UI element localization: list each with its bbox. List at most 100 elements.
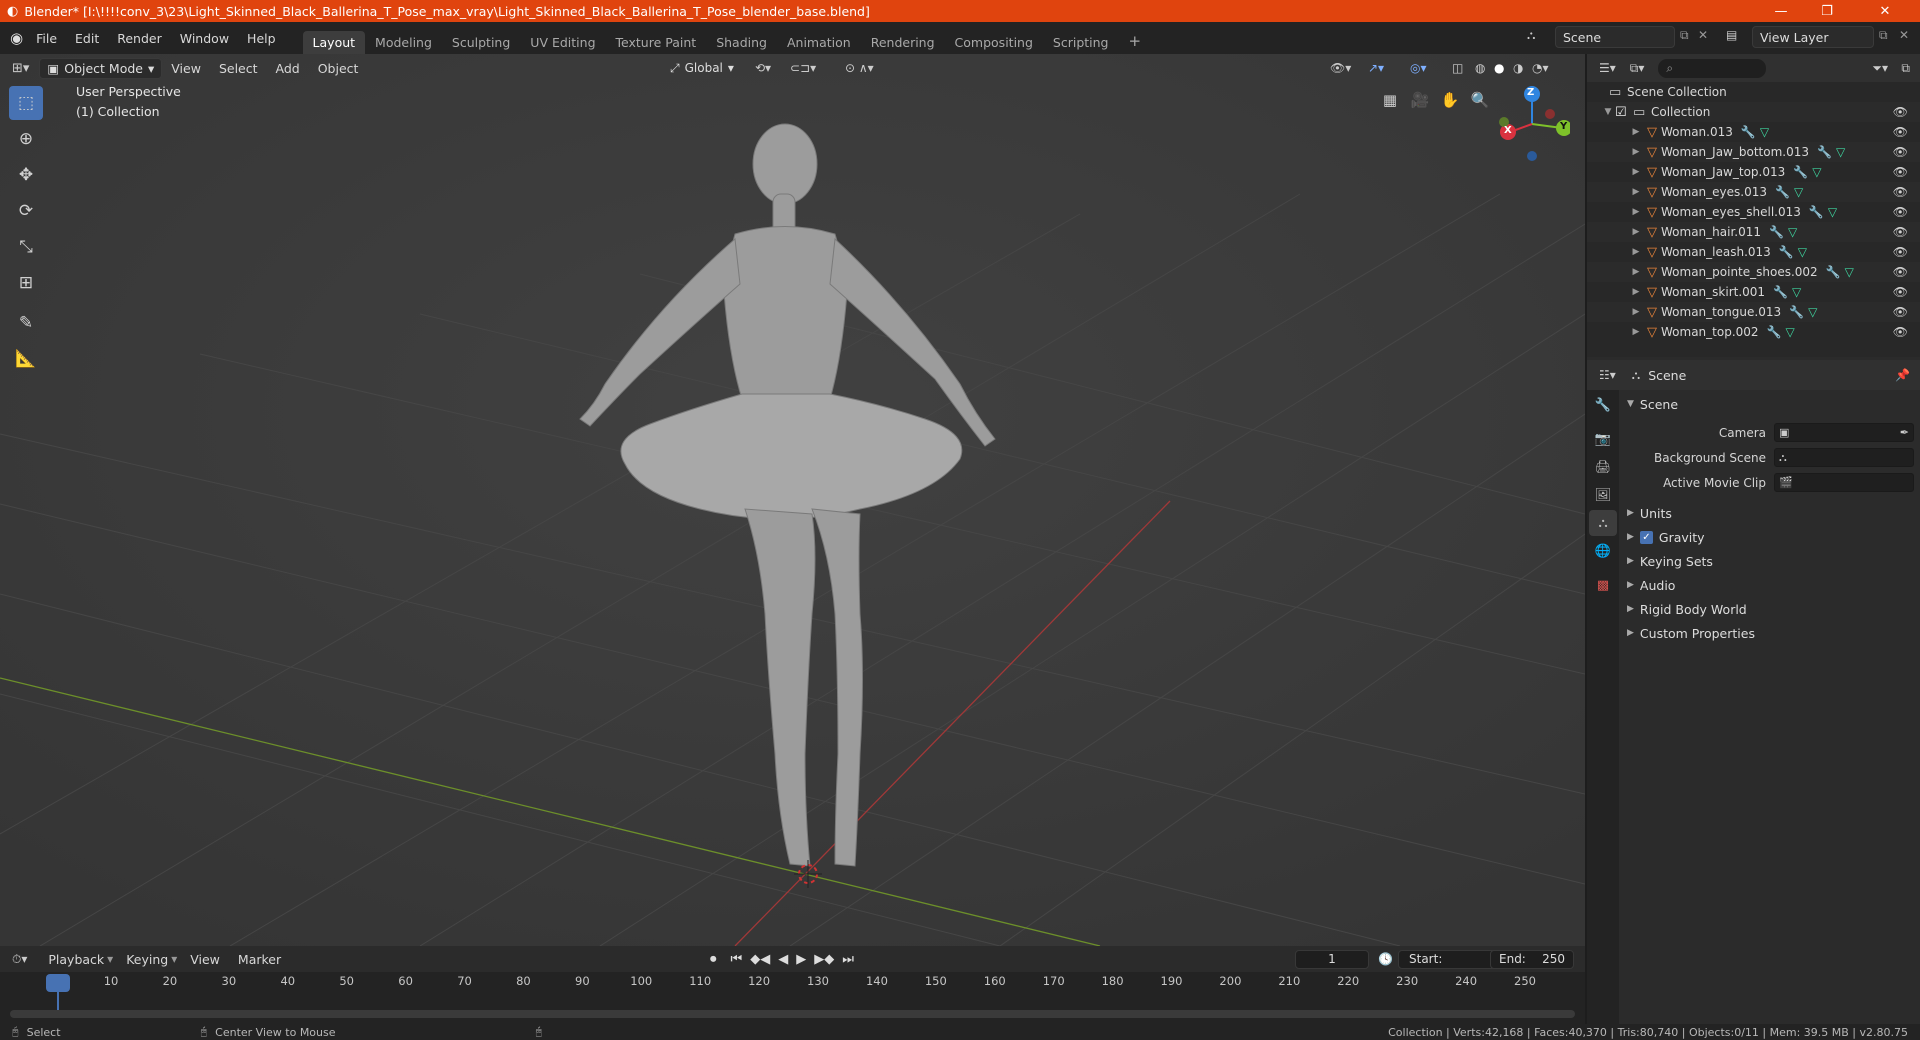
annotate-tool-icon[interactable]: ✎	[9, 306, 43, 340]
overlay-toggle-icon[interactable]: ◎▾	[1410, 61, 1427, 75]
menu-edit[interactable]: Edit	[66, 31, 108, 46]
eye-icon[interactable]: 👁	[1893, 285, 1908, 299]
proportional-edit-icon[interactable]: ⊙ ∧▾	[845, 61, 874, 75]
scene-tab-icon[interactable]: ⛬	[1589, 510, 1617, 536]
render-tab-icon[interactable]: 📷	[1589, 426, 1617, 452]
modifier-wrench-icon[interactable]: 🔧 ▽	[1769, 225, 1797, 239]
outliner-object-row[interactable]: ▶ ▽ Woman_top.002 🔧 ▽ 👁	[1587, 322, 1920, 342]
expand-object-icon[interactable]: ▶	[1629, 287, 1643, 297]
menu-select[interactable]: Select	[210, 61, 267, 76]
menu-window[interactable]: Window	[171, 31, 238, 46]
active-movie-clip-field[interactable]: 🎬	[1774, 473, 1914, 492]
outliner-object-row[interactable]: ▶ ▽ Woman.013 🔧 ▽ 👁	[1587, 122, 1920, 142]
mesh-data-icon[interactable]: ▽	[1828, 205, 1837, 219]
3d-viewport[interactable]	[0, 54, 1585, 946]
zoom-icon[interactable]: 🔍	[1466, 86, 1494, 114]
play-reverse-icon[interactable]: ◀	[778, 952, 788, 967]
modifier-wrench-icon[interactable]: 🔧 ▽	[1789, 305, 1817, 319]
navigation-gizmo[interactable]: Z Y X	[1490, 84, 1572, 164]
eye-icon[interactable]: 👁	[1893, 185, 1908, 199]
expand-object-icon[interactable]: ▶	[1629, 147, 1643, 157]
view-layer-tab-icon[interactable]: 🖼	[1589, 482, 1617, 508]
jump-start-icon[interactable]: ⏮	[731, 952, 743, 967]
next-keyframe-icon[interactable]: ▶◆	[814, 952, 834, 967]
pivot-icon[interactable]: ⟲▾	[755, 61, 771, 75]
outliner-object-row[interactable]: ▶ ▽ Woman_eyes.013 🔧 ▽ 👁	[1587, 182, 1920, 202]
expand-object-icon[interactable]: ▶	[1629, 167, 1643, 177]
transform-tool-icon[interactable]: ⊞	[9, 266, 43, 300]
visibility-icon[interactable]: 👁▾	[1330, 61, 1351, 75]
scene-collection-row[interactable]: ▭ Scene Collection	[1587, 82, 1920, 102]
expand-object-icon[interactable]: ▶	[1629, 227, 1643, 237]
mesh-data-icon[interactable]: ▽	[1812, 165, 1821, 179]
expand-object-icon[interactable]: ▶	[1629, 207, 1643, 217]
camera-field[interactable]: ▣ ✒	[1774, 423, 1914, 442]
audio-section[interactable]: ▶ Audio	[1619, 573, 1920, 597]
menu-add[interactable]: Add	[267, 61, 309, 76]
minimize-button[interactable]: —	[1758, 0, 1804, 22]
output-tab-icon[interactable]: 🖨	[1589, 454, 1617, 480]
add-workspace-button[interactable]: +	[1119, 28, 1152, 54]
tab-modeling[interactable]: Modeling	[365, 31, 442, 54]
timeline-editor-icon[interactable]: ⏱▾	[12, 952, 27, 967]
transform-orientation[interactable]: ⤢ Global ▾	[670, 61, 734, 76]
outliner-object-row[interactable]: ▶ ▽ Woman_leash.013 🔧 ▽ 👁	[1587, 242, 1920, 262]
mesh-data-icon[interactable]: ▽	[1845, 265, 1854, 279]
scale-tool-icon[interactable]: ⤡	[9, 230, 43, 264]
expand-object-icon[interactable]: ▶	[1629, 267, 1643, 277]
expand-object-icon[interactable]: ▶	[1629, 247, 1643, 257]
close-button[interactable]: ✕	[1850, 0, 1920, 22]
editor-type-icon[interactable]: ⊞▾	[12, 61, 29, 76]
eye-icon[interactable]: 👁	[1893, 205, 1908, 219]
view-layer-selector[interactable]: View Layer	[1752, 26, 1874, 48]
xray-icon[interactable]: ◫	[1452, 61, 1463, 75]
outliner-object-row[interactable]: ▶ ▽ Woman_eyes_shell.013 🔧 ▽ 👁	[1587, 202, 1920, 222]
frame-ruler[interactable]: 1102030405060708090100110120130140150160…	[0, 972, 1585, 994]
eye-icon[interactable]: 👁	[1893, 165, 1908, 179]
mesh-data-icon[interactable]: ▽	[1808, 305, 1817, 319]
expand-object-icon[interactable]: ▶	[1629, 187, 1643, 197]
timeline-scrollbar[interactable]	[10, 1010, 1575, 1018]
rendered-shading-icon[interactable]: ◔▾	[1532, 61, 1549, 75]
pan-hand-icon[interactable]: ✋	[1436, 86, 1464, 114]
modifier-wrench-icon[interactable]: 🔧 ▽	[1741, 125, 1769, 139]
expand-object-icon[interactable]: ▶	[1629, 307, 1643, 317]
camera-view-icon[interactable]: 🎥	[1406, 86, 1434, 114]
preview-range-icon[interactable]: 🕓	[1378, 952, 1393, 966]
jump-end-icon[interactable]: ⏭	[842, 952, 854, 967]
custom-properties-section[interactable]: ▶ Custom Properties	[1619, 621, 1920, 645]
modifier-wrench-icon[interactable]: 🔧 ▽	[1779, 245, 1807, 259]
outliner-search-input[interactable]: ⌕	[1658, 58, 1767, 78]
gravity-checkbox[interactable]: ✓	[1639, 530, 1653, 544]
properties-editor-icon[interactable]: ☷▾	[1599, 368, 1616, 382]
scene-selector[interactable]: Scene	[1555, 26, 1675, 48]
eye-icon[interactable]: 👁	[1893, 325, 1908, 339]
texture-tab-icon[interactable]: ▩	[1589, 572, 1617, 598]
mesh-data-icon[interactable]: ▽	[1798, 245, 1807, 259]
eyedropper-icon[interactable]: ✒	[1900, 426, 1909, 439]
maximize-button[interactable]: ❐	[1804, 0, 1850, 22]
display-mode-icon[interactable]: ⧉▾	[1630, 61, 1645, 76]
blender-menu-icon[interactable]: ◉	[10, 29, 23, 47]
select-box-tool-icon[interactable]: ⬚	[9, 86, 43, 120]
filter-icon[interactable]: ⏷▾	[1872, 61, 1888, 76]
background-scene-field[interactable]: ⛬	[1774, 448, 1914, 467]
modifier-wrench-icon[interactable]: 🔧 ▽	[1817, 145, 1845, 159]
solid-shading-icon[interactable]: ●	[1494, 61, 1504, 75]
outliner-object-row[interactable]: ▶ ▽ Woman_skirt.001 🔧 ▽ 👁	[1587, 282, 1920, 302]
scene-new-icon[interactable]: ⧉	[1680, 28, 1689, 43]
menu-timeline-view[interactable]: View	[181, 952, 229, 967]
expand-object-icon[interactable]: ▶	[1629, 127, 1643, 137]
material-shading-icon[interactable]: ◑	[1513, 61, 1523, 75]
pin-icon[interactable]: 📌	[1895, 368, 1910, 382]
mesh-data-icon[interactable]: ▽	[1794, 185, 1803, 199]
menu-playback[interactable]: Playback	[39, 952, 113, 967]
expand-object-icon[interactable]: ▶	[1629, 327, 1643, 337]
mesh-data-icon[interactable]: ▽	[1788, 225, 1797, 239]
mesh-data-icon[interactable]: ▽	[1786, 325, 1795, 339]
grid-view-icon[interactable]: ▦	[1376, 86, 1404, 114]
view-layer-close-icon[interactable]: ✕	[1899, 28, 1909, 42]
measure-tool-icon[interactable]: 📐	[9, 342, 43, 376]
outliner-object-row[interactable]: ▶ ▽ Woman_pointe_shoes.002 🔧 ▽ 👁	[1587, 262, 1920, 282]
mode-selector[interactable]: ▣ Object Mode ▾	[39, 57, 163, 79]
